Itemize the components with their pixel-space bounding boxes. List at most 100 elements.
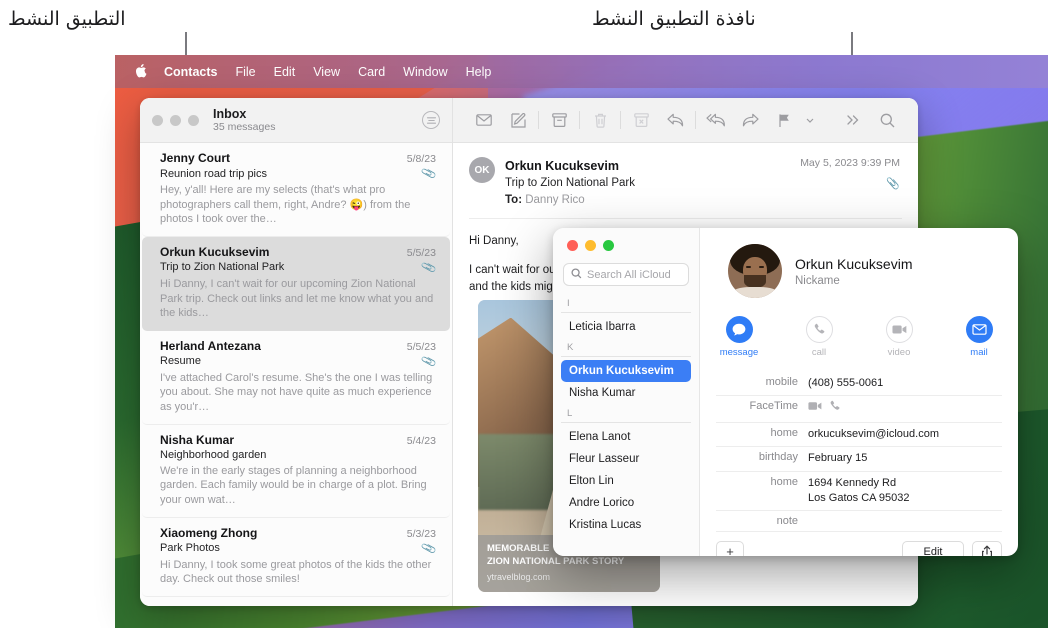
mail-action-button[interactable]: mail — [958, 316, 1000, 358]
contact-field-value[interactable] — [808, 400, 841, 417]
mail-item-sender: Herland Antezana — [160, 339, 407, 353]
reply-all-icon[interactable] — [699, 107, 733, 133]
message-to-value: Danny Rico — [525, 194, 584, 206]
contact-field-value-line: orkucuksevim@icloud.com — [808, 427, 939, 442]
flag-icon[interactable] — [767, 107, 801, 133]
search-icon — [571, 266, 582, 284]
reply-icon[interactable] — [658, 107, 692, 133]
menu-bar: Contacts File Edit View Card Window Help — [115, 55, 1048, 88]
mail-list-item[interactable]: Antonio Manriquez5/2/23Send photos pleas… — [142, 597, 450, 606]
menu-item-view[interactable]: View — [304, 62, 349, 82]
annotation-active-app: التطبيق النشط — [8, 8, 126, 30]
facetime-video-icon[interactable] — [808, 401, 822, 416]
menu-item-window[interactable]: Window — [394, 62, 456, 82]
paperclip-icon: 📎 — [420, 540, 437, 557]
mailbox-title: Inbox — [213, 107, 422, 121]
expand-toolbar-icon[interactable] — [836, 107, 870, 133]
contacts-close-button[interactable] — [567, 240, 578, 251]
contacts-detail-pane: Orkun Kucuksevim Nickame message — [700, 228, 1018, 556]
edit-contact-button[interactable]: Edit — [902, 541, 964, 556]
menu-item-card[interactable]: Card — [349, 62, 394, 82]
contacts-sidebar: ILeticia IbarraKOrkun KucuksevimNisha Ku… — [553, 228, 700, 556]
contacts-list[interactable]: ILeticia IbarraKOrkun KucuksevimNisha Ku… — [553, 294, 699, 550]
contacts-list-item[interactable]: Elton Lin — [561, 470, 691, 492]
contact-field-value[interactable]: 1694 Kennedy RdLos Gatos CA 95032 — [808, 476, 910, 507]
contacts-list-item[interactable]: Fleur Lasseur — [561, 448, 691, 470]
mail-item-date: 5/5/23 — [407, 341, 436, 353]
attachment-paperclip-icon: 📎 — [800, 177, 900, 190]
mail-toolbar — [453, 98, 918, 143]
menu-item-contacts[interactable]: Contacts — [155, 62, 226, 82]
contact-field-value-line: 1694 Kennedy Rd — [808, 476, 910, 491]
mailbox-message-count: 35 messages — [213, 121, 422, 133]
contacts-list-item[interactable]: Orkun Kucuksevim — [561, 360, 691, 382]
mail-item-subject: Reunion road trip pics — [160, 168, 422, 180]
video-camera-icon — [886, 316, 913, 343]
mail-list-item[interactable]: Nisha Kumar5/4/23Neighborhood gardenWe'r… — [142, 425, 450, 518]
mail-list-item[interactable]: Jenny Court5/8/23Reunion road trip pics📎… — [142, 143, 450, 237]
message-action-button[interactable]: message — [718, 316, 760, 358]
contact-field-value-line: February 15 — [808, 451, 867, 466]
archive-icon[interactable] — [542, 107, 576, 133]
filter-list-icon[interactable] — [422, 111, 440, 129]
contacts-list-item[interactable]: Nisha Kumar — [561, 382, 691, 404]
compose-icon[interactable] — [501, 107, 535, 133]
add-contact-button[interactable]: + — [716, 541, 744, 556]
contacts-minimize-button[interactable] — [585, 240, 596, 251]
share-icon[interactable] — [972, 541, 1002, 556]
menu-item-file[interactable]: File — [226, 62, 264, 82]
call-action-label: call — [798, 347, 840, 358]
mail-message-list[interactable]: Jenny Court5/8/23Reunion road trip pics📎… — [140, 143, 452, 606]
contacts-list-item[interactable]: Andre Lorico — [561, 492, 691, 514]
contact-field-value-line: (408) 555-0061 — [808, 376, 883, 391]
contact-field-row: mobile(408) 555-0061 — [716, 372, 1002, 396]
contact-hero: Orkun Kucuksevim Nickame — [716, 244, 1002, 298]
forward-icon[interactable] — [733, 107, 767, 133]
menu-item-help[interactable]: Help — [457, 62, 501, 82]
message-header: OK Orkun Kucuksevim Trip to Zion Nationa… — [453, 143, 918, 218]
mail-item-sender: Antonio Manriquez — [160, 605, 407, 606]
mail-item-subject: Trip to Zion National Park — [160, 261, 422, 273]
get-mail-icon[interactable] — [467, 107, 501, 133]
contact-field-value-line: Los Gatos CA 95032 — [808, 491, 910, 506]
toolbar-divider-3 — [620, 111, 621, 129]
mail-item-subject: Resume — [160, 355, 422, 367]
mail-minimize-button[interactable] — [170, 115, 181, 126]
search-input[interactable] — [587, 269, 681, 281]
contact-field-value[interactable]: (408) 555-0061 — [808, 376, 883, 391]
facetime-audio-icon[interactable] — [829, 400, 841, 417]
video-action-button[interactable]: video — [878, 316, 920, 358]
message-subject: Trip to Zion National Park — [505, 175, 800, 192]
contacts-zoom-button[interactable] — [603, 240, 614, 251]
call-action-button[interactable]: call — [798, 316, 840, 358]
mail-close-button[interactable] — [152, 115, 163, 126]
contact-field-row: FaceTime — [716, 396, 1002, 422]
contact-field-label: mobile — [716, 376, 808, 388]
mail-list-item[interactable]: Xiaomeng Zhong5/3/23Park Photos📎Hi Danny… — [142, 518, 450, 597]
junk-icon[interactable] — [624, 107, 658, 133]
mail-list-item[interactable]: Herland Antezana5/5/23Resume📎I've attach… — [142, 331, 450, 425]
paperclip-icon: 📎 — [420, 353, 437, 370]
contacts-list-item[interactable]: Leticia Ibarra — [561, 316, 691, 338]
contacts-search-field[interactable] — [563, 263, 689, 286]
menu-item-edit[interactable]: Edit — [265, 62, 305, 82]
contact-field-value[interactable]: February 15 — [808, 451, 867, 466]
contact-nickname: Nickame — [795, 275, 912, 287]
mail-traffic-lights[interactable] — [152, 115, 199, 126]
contacts-section-header: L — [561, 404, 691, 423]
mail-list-item[interactable]: Orkun Kucuksevim5/5/23Trip to Zion Natio… — [142, 237, 450, 331]
mail-zoom-button[interactable] — [188, 115, 199, 126]
search-icon[interactable] — [870, 107, 904, 133]
mail-action-label: mail — [958, 347, 1000, 358]
message-bubble-icon — [726, 316, 753, 343]
contacts-list-item[interactable]: Kristina Lucas — [561, 514, 691, 536]
delete-icon[interactable] — [583, 107, 617, 133]
mail-item-sender: Xiaomeng Zhong — [160, 526, 407, 540]
contact-field-value[interactable]: orkucuksevim@icloud.com — [808, 427, 939, 442]
chevron-down-icon[interactable] — [801, 118, 819, 123]
message-sender-name: Orkun Kucuksevim — [505, 157, 800, 175]
apple-menu-icon[interactable] — [129, 63, 151, 81]
contacts-traffic-lights[interactable] — [553, 228, 699, 251]
contact-field-label: birthday — [716, 451, 808, 463]
contacts-list-item[interactable]: Elena Lanot — [561, 426, 691, 448]
